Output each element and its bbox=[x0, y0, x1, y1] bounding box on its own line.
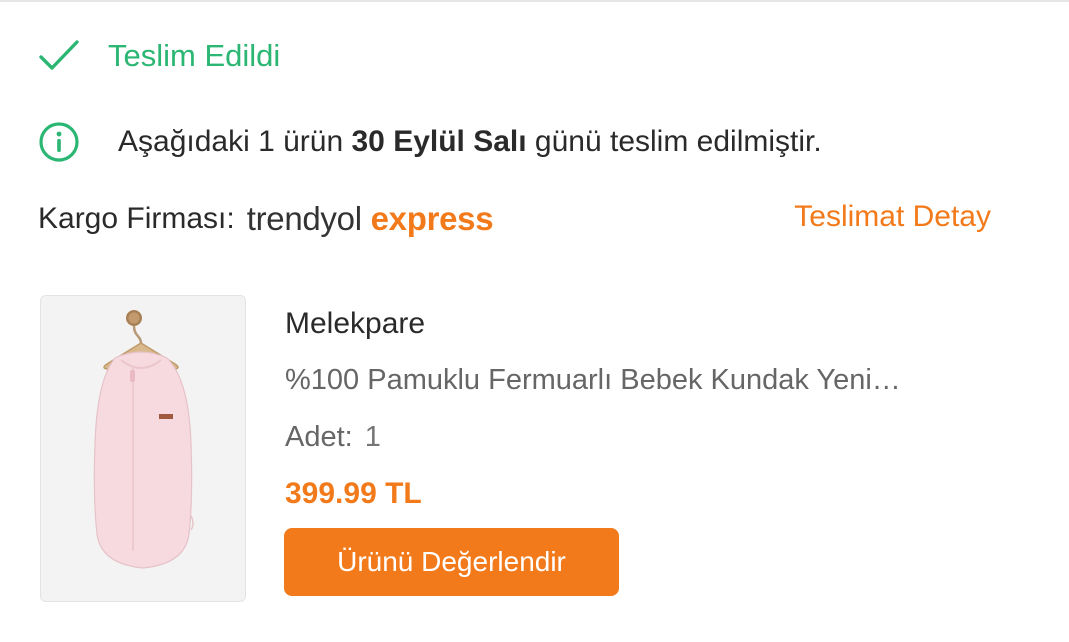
product-brand: Melekpare bbox=[285, 307, 426, 340]
cargo-row: Kargo Firması: trendyol express bbox=[38, 196, 494, 242]
review-product-button[interactable]: Ürünü Değerlendir bbox=[284, 528, 619, 596]
notice-prefix: Aşağıdaki 1 ürün bbox=[118, 125, 352, 158]
product-price: 399.99 TL bbox=[285, 477, 422, 510]
product-info: Melekpare %100 Pamuklu Fermuarlı Bebek K… bbox=[285, 302, 1045, 514]
carrier-logo: trendyol express bbox=[247, 200, 494, 238]
top-divider bbox=[0, 0, 1069, 2]
quantity-row: Adet: 1 bbox=[285, 417, 1045, 457]
info-icon bbox=[38, 121, 80, 163]
product-image[interactable] bbox=[40, 295, 246, 602]
delivery-notice: Aşağıdaki 1 ürün 30 Eylül Salı günü tesl… bbox=[38, 120, 822, 164]
carrier-logo-part2: express bbox=[370, 200, 494, 237]
notice-suffix: günü teslim edilmiştir. bbox=[526, 125, 822, 158]
quantity-label: Adet: bbox=[285, 421, 353, 453]
product-name[interactable]: %100 Pamuklu Fermuarlı Bebek Kundak Yeni… bbox=[285, 360, 1045, 400]
delivery-detail-link[interactable]: Teslimat Detay bbox=[794, 196, 991, 238]
notice-text: Aşağıdaki 1 ürün 30 Eylül Salı günü tesl… bbox=[118, 125, 822, 159]
cargo-label: Kargo Firması: bbox=[38, 202, 235, 235]
check-icon bbox=[38, 38, 80, 74]
notice-date: 30 Eylül Salı bbox=[351, 125, 527, 158]
carrier-logo-part1: trendyol bbox=[246, 200, 362, 237]
quantity-value: 1 bbox=[364, 421, 381, 453]
status-label: Teslim Edildi bbox=[108, 38, 281, 73]
delivery-status: Teslim Edildi bbox=[38, 34, 280, 78]
